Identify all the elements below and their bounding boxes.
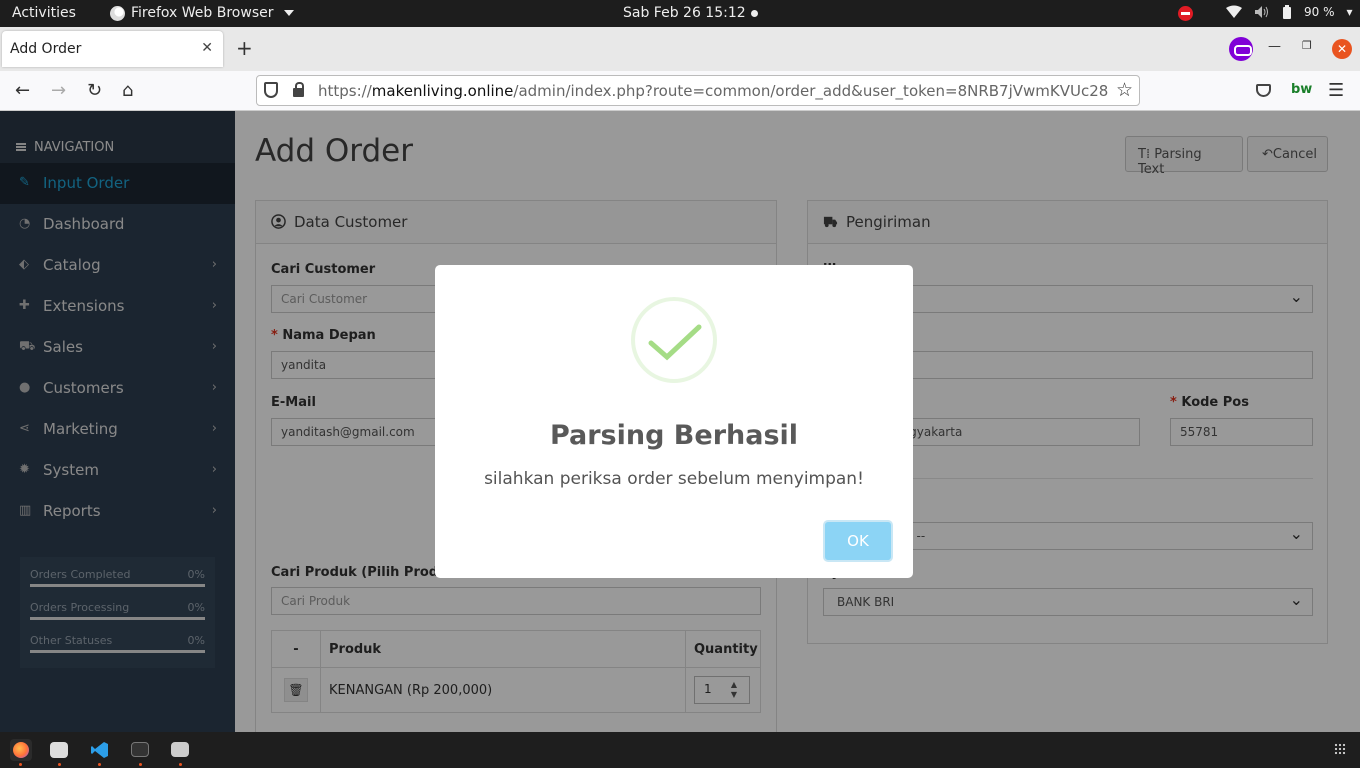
notification-dot-icon xyxy=(751,10,758,17)
terminal-dock-icon[interactable] xyxy=(131,742,149,757)
system-status-menu[interactable]: 90 % ▾ xyxy=(1226,5,1353,19)
back-icon[interactable]: ← xyxy=(15,80,30,101)
do-not-disturb-icon[interactable] xyxy=(1178,6,1193,21)
taskbar-dock xyxy=(0,732,1360,768)
success-dialog: Parsing Berhasil silahkan periksa order … xyxy=(435,265,913,578)
bookmark-star-icon[interactable]: ☆ xyxy=(1116,79,1133,101)
home-icon[interactable]: ⌂ xyxy=(122,80,133,101)
running-indicator xyxy=(139,763,142,766)
battery-percent: 90 % xyxy=(1304,5,1335,19)
dialog-title: Parsing Berhasil xyxy=(549,420,799,451)
browser-tab[interactable]: Add Order ✕ xyxy=(2,31,223,67)
wifi-icon xyxy=(1226,5,1242,18)
reload-icon[interactable]: ↻ xyxy=(87,80,102,101)
private-browsing-icon xyxy=(1229,37,1253,61)
app-menu-label: Firefox Web Browser xyxy=(131,5,274,21)
triangle-down-icon xyxy=(283,10,294,16)
window-close-icon[interactable]: ✕ xyxy=(1332,39,1352,59)
hamburger-menu-icon[interactable]: ☰ xyxy=(1328,80,1344,101)
running-indicator xyxy=(58,763,61,766)
browser-navigation-bar: ← → ↻ ⌂ https://makenliving.online/admin… xyxy=(0,71,1360,111)
close-tab-icon[interactable]: ✕ xyxy=(201,40,213,56)
files-dock-icon[interactable] xyxy=(50,742,68,758)
url-text[interactable]: https://makenliving.online/admin/index.p… xyxy=(318,82,1108,100)
tracking-protection-icon[interactable] xyxy=(264,82,278,98)
clock[interactable]: Sab Feb 26 15:12 xyxy=(623,5,746,21)
tab-title: Add Order xyxy=(10,41,82,57)
image-viewer-dock-icon[interactable] xyxy=(171,742,189,757)
lock-icon[interactable] xyxy=(293,82,304,97)
ok-button[interactable]: OK xyxy=(823,520,893,562)
running-indicator xyxy=(179,763,182,766)
chevron-down-icon: ▾ xyxy=(1346,5,1353,19)
running-indicator xyxy=(19,763,22,766)
minimize-icon[interactable]: — xyxy=(1268,39,1281,54)
firefox-dock-icon[interactable] xyxy=(10,739,32,761)
running-indicator xyxy=(98,763,101,766)
url-bar[interactable]: https://makenliving.online/admin/index.p… xyxy=(256,75,1140,106)
vscode-dock-icon[interactable] xyxy=(90,740,110,760)
browser-tab-bar: Add Order ✕ + — ❐ ✕ xyxy=(0,27,1360,71)
activities-button[interactable]: Activities xyxy=(12,5,76,21)
firefox-icon xyxy=(110,5,125,21)
app-menu[interactable]: Firefox Web Browser xyxy=(110,5,294,21)
pocket-icon[interactable] xyxy=(1256,84,1271,97)
new-tab-icon[interactable]: + xyxy=(236,36,253,60)
checkmark-icon xyxy=(648,324,702,361)
dialog-message: silahkan periksa order sebelum menyimpan… xyxy=(484,469,864,489)
restore-icon[interactable]: ❐ xyxy=(1302,39,1312,52)
volume-icon xyxy=(1255,6,1268,18)
extension-icon[interactable]: bw xyxy=(1291,82,1312,97)
forward-icon[interactable]: → xyxy=(51,80,66,101)
show-apps-grid-icon[interactable] xyxy=(1334,743,1346,755)
battery-icon xyxy=(1283,5,1291,19)
system-top-bar: Activities Firefox Web Browser Sab Feb 2… xyxy=(0,0,1360,27)
